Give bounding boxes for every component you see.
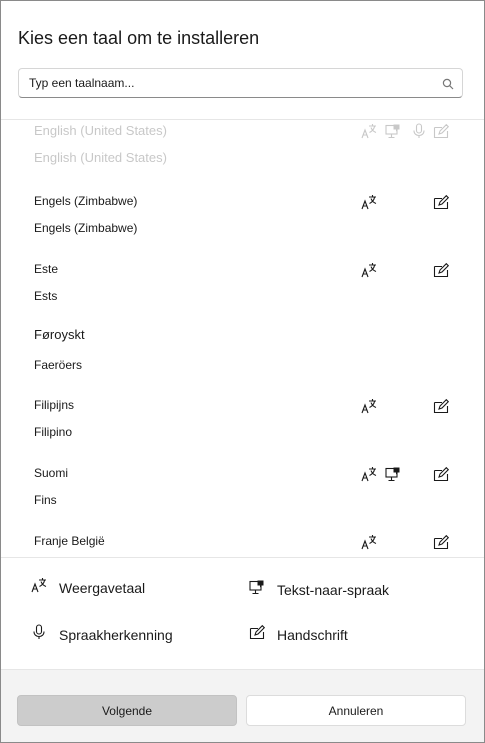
language-native-name: Filipijns — [34, 398, 75, 412]
language-translated-name: Ests — [34, 289, 58, 303]
display-language-icon — [361, 398, 377, 414]
handwriting-icon — [433, 123, 449, 139]
next-button[interactable]: Volgende — [17, 695, 237, 726]
language-translated-name: Fins — [34, 493, 57, 507]
handwriting-icon — [249, 624, 266, 645]
list-item[interactable]: Este Ests — [1, 262, 484, 322]
handwriting-icon — [433, 194, 449, 210]
microphone-icon — [31, 624, 47, 645]
search-input[interactable] — [19, 69, 439, 97]
search-box[interactable] — [18, 68, 463, 98]
language-native-name: Este — [34, 262, 59, 276]
dialog-title: Kies een taal om te installeren — [18, 28, 260, 48]
list-item[interactable]: English (United States) English (United … — [1, 123, 484, 183]
text-to-speech-icon — [385, 123, 401, 139]
search-icon — [442, 77, 454, 95]
handwriting-icon — [433, 262, 449, 278]
language-translated-name: English (United States) — [34, 150, 167, 165]
legend-label: Weergavetaal — [59, 579, 146, 596]
legend-text-to-speech: Tekst-naar-spraak — [249, 579, 389, 600]
dialog-footer: Volgende Annuleren — [1, 669, 484, 742]
display-language-icon — [361, 534, 377, 550]
language-native-name: Franje België — [34, 534, 105, 548]
display-language-icon — [361, 194, 377, 210]
legend-handwriting: Handschrift — [249, 624, 348, 645]
text-to-speech-icon — [385, 466, 401, 482]
microphone-icon — [411, 123, 427, 139]
list-item[interactable]: Engels (Zimbabwe) Engels (Zimbabwe) — [1, 194, 484, 254]
cancel-button[interactable]: Annuleren — [246, 695, 466, 726]
language-native-name: Engels (Zimbabwe) — [34, 194, 138, 208]
list-item[interactable]: Franje België — [1, 534, 484, 557]
display-language-icon — [361, 466, 377, 482]
list-item[interactable]: Suomi Fins — [1, 466, 484, 526]
handwriting-icon — [433, 398, 449, 414]
display-language-icon — [361, 262, 377, 278]
legend-display-language: Weergavetaal — [31, 577, 145, 598]
display-language-icon — [31, 577, 47, 598]
language-native-name: English (United States) — [34, 123, 167, 138]
display-language-icon — [361, 123, 377, 139]
legend-label: Spraakherkenning — [59, 626, 173, 643]
language-native-name: Suomi — [34, 466, 69, 480]
legend-label: Tekst-naar-spraak — [277, 581, 390, 598]
language-translated-name: Filipino — [34, 425, 73, 439]
language-list[interactable]: English (United States) English (United … — [1, 120, 484, 557]
list-item[interactable]: Filipijns Filipino — [1, 398, 484, 458]
language-native-name: Føroyskt — [34, 327, 85, 342]
install-language-dialog: Kies een taal om te installeren English … — [0, 0, 485, 743]
handwriting-icon — [433, 466, 449, 482]
text-to-speech-icon — [249, 579, 265, 600]
language-translated-name: Engels (Zimbabwe) — [34, 221, 138, 235]
legend-label: Handschrift — [277, 626, 348, 643]
language-translated-name: Faeröers — [34, 358, 83, 372]
handwriting-icon — [433, 534, 449, 550]
list-item[interactable]: Føroyskt Faeröers — [1, 327, 484, 387]
feature-legend: Weergavetaal Tekst-naar-spraak Spraakher… — [1, 558, 484, 669]
legend-speech-recognition: Spraakherkenning — [31, 624, 173, 645]
